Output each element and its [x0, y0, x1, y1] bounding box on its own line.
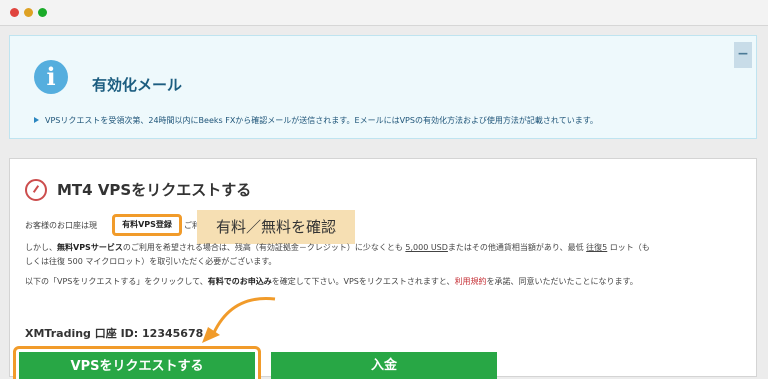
notice-message: VPSリクエストを受領次第、24時間以内にBeeks FXから確認メールが送信さ…	[34, 115, 598, 126]
terms-link[interactable]: 利用規約	[455, 277, 487, 286]
request-instructions: 以下の「VPSをリクエストする」をクリックして、有料でのお申込みを確定して下さい…	[25, 277, 638, 286]
minimize-window-button[interactable]	[24, 8, 33, 17]
account-status-prefix: お客様のお口座は現	[25, 221, 97, 230]
callout-note: 有料／無料を確認	[197, 210, 355, 244]
bullet-arrow-icon	[34, 117, 39, 123]
account-id: XMTrading 口座 ID: 12345678	[25, 327, 204, 340]
notice-message-text: VPSリクエストを受領次第、24時間以内にBeeks FXから確認メールが送信さ…	[45, 116, 598, 125]
info-icon: i	[34, 60, 68, 94]
speedometer-icon	[25, 179, 47, 201]
vps-request-panel: MT4 VPSをリクエストする お客様のお口座は現 有料VPS登録 ご利用いただ…	[9, 158, 757, 379]
deposit-button[interactable]: 入金	[271, 352, 497, 379]
callout-arrow	[202, 296, 276, 343]
zoom-window-button[interactable]	[38, 8, 47, 17]
panel-title: MT4 VPSをリクエストする	[57, 181, 252, 199]
window-titlebar	[0, 0, 768, 26]
collapse-button[interactable]: −	[734, 42, 752, 68]
page-content: i 有効化メール − VPSリクエストを受領次第、24時間以内にBeeks FX…	[0, 26, 768, 379]
close-window-button[interactable]	[10, 8, 19, 17]
activation-email-notice: i 有効化メール − VPSリクエストを受領次第、24時間以内にBeeks FX…	[9, 35, 757, 139]
paid-vps-badge: 有料VPS登録	[112, 214, 182, 236]
notice-title: 有効化メール	[92, 76, 183, 94]
free-vps-conditions-cont: しくは往復 500 マイクロロット）を取引いただく必要がございます。	[25, 257, 277, 266]
free-vps-conditions: しかし、無料VPSサービスのご利用を希望される場合は、残高（有効証拠金－クレジッ…	[25, 243, 650, 252]
